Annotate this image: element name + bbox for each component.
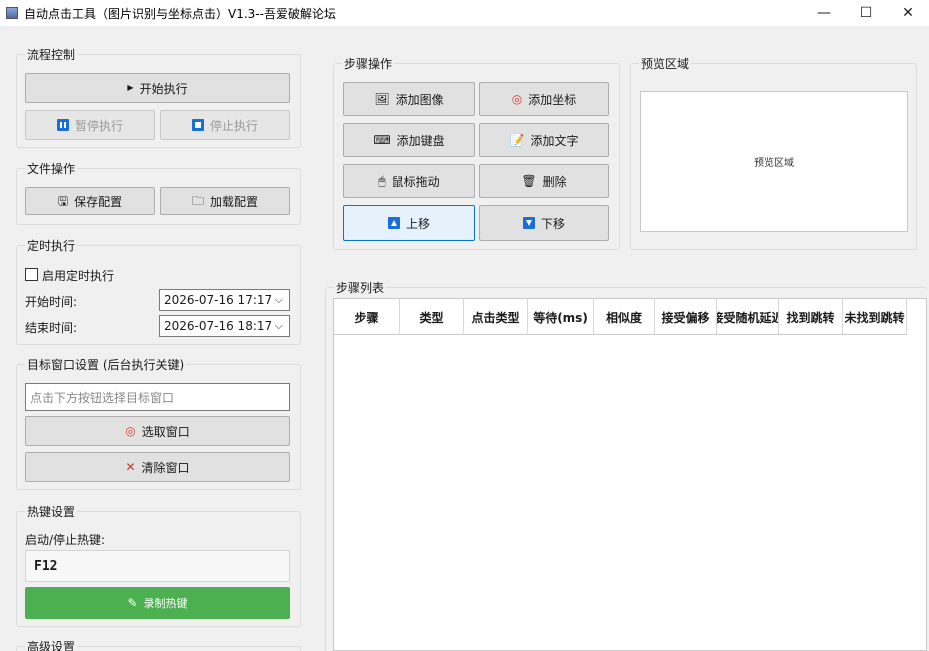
preview-text: 预览区域 [754, 158, 794, 169]
pen-icon: ✎ [127, 596, 138, 610]
start-time-label: 开始时间: [25, 295, 78, 309]
start-time-picker[interactable]: 2026-07-16 17:17 ⌵ [159, 289, 290, 311]
column-header[interactable]: 等待(ms) [528, 299, 594, 335]
table-header: 步骤 类型 点击类型 等待(ms) 相似度 接受偏移 接受随机延迟 找到跳转 未… [334, 299, 907, 335]
stop-button[interactable]: 停止执行 [160, 110, 290, 140]
add-keyboard-label: 添加键盘 [396, 133, 445, 148]
add-image-button[interactable]: 🖼 添加图像 [343, 82, 475, 116]
arrow-down-icon [522, 217, 535, 229]
enable-timer-checkbox[interactable] [25, 268, 38, 281]
column-header[interactable]: 未找到跳转 [843, 299, 907, 335]
stop-label: 停止执行 [209, 118, 258, 133]
advanced-title: 高级设置 [25, 638, 78, 651]
hotkey-title: 热键设置 [25, 503, 78, 520]
preview-area: 预览区域 [640, 91, 908, 232]
record-hotkey-label: 录制热键 [143, 597, 188, 610]
clear-window-button[interactable]: ✕ 清除窗口 [25, 452, 290, 482]
add-keyboard-button[interactable]: ⌨ 添加键盘 [343, 123, 475, 157]
chevron-down-icon: ⌵ [274, 293, 283, 306]
maximize-button[interactable]: ☐ [845, 0, 887, 26]
hotkey-value: F12 [34, 558, 58, 574]
cross-icon: ✕ [125, 460, 136, 474]
pause-icon [56, 119, 69, 131]
title-bar: 自动点击工具（图片识别与坐标点击）V1.3--吾爱破解论坛 — ☐ ✕ [0, 0, 929, 26]
image-icon: 🖼 [374, 92, 390, 106]
step-list-title: 步骤列表 [334, 279, 387, 296]
column-header[interactable]: 接受偏移 [655, 299, 717, 335]
pause-label: 暂停执行 [74, 118, 123, 133]
pause-button[interactable]: 暂停执行 [25, 110, 155, 140]
move-up-label: 上移 [405, 216, 430, 231]
target-icon: ◎ [511, 92, 523, 106]
keyboard-icon: ⌨ [373, 133, 391, 147]
start-button[interactable]: ▶ 开始执行 [25, 73, 290, 103]
select-window-label: 选取窗口 [141, 424, 190, 439]
add-text-button[interactable]: 📝 添加文字 [479, 123, 609, 157]
record-hotkey-button[interactable]: ✎ 录制热键 [25, 587, 290, 619]
arrow-up-icon [387, 217, 400, 229]
hotkey-label: 启动/停止热键: [25, 533, 106, 547]
column-header[interactable]: 类型 [400, 299, 464, 335]
delete-button[interactable]: 🗑 删除 [479, 164, 609, 198]
target-window-title: 目标窗口设置 (后台执行关键) [25, 356, 187, 373]
stop-icon [191, 119, 204, 131]
play-icon: ▶ [127, 83, 134, 92]
close-button[interactable]: ✕ [887, 0, 929, 26]
timer-title: 定时执行 [25, 237, 78, 254]
window-title: 自动点击工具（图片识别与坐标点击）V1.3--吾爱破解论坛 [24, 6, 336, 21]
move-down-label: 下移 [540, 216, 565, 231]
end-time-value: 2026-07-16 18:17 [164, 319, 273, 333]
flow-control-title: 流程控制 [25, 46, 78, 63]
save-config-label: 保存配置 [74, 194, 123, 209]
column-header[interactable]: 相似度 [594, 299, 655, 335]
target-window-input[interactable]: 点击下方按钮选择目标窗口 [25, 383, 290, 411]
move-up-button[interactable]: 上移 [343, 205, 475, 241]
column-header[interactable]: 步骤 [334, 299, 400, 335]
end-time-picker[interactable]: 2026-07-16 18:17 ⌵ [159, 315, 290, 337]
hotkey-value-box[interactable]: F12 [25, 550, 290, 582]
chevron-down-icon: ⌵ [274, 319, 283, 332]
window-controls: — ☐ ✕ [803, 0, 929, 26]
start-time-value: 2026-07-16 17:17 [164, 293, 273, 307]
mouse-drag-button[interactable]: 🖱 鼠标拖动 [343, 164, 475, 198]
load-config-label: 加载配置 [210, 194, 259, 209]
mouse-drag-label: 鼠标拖动 [391, 174, 440, 189]
end-time-label: 结束时间: [25, 321, 78, 335]
enable-timer-label: 启用定时执行 [42, 269, 115, 283]
step-ops-title: 步骤操作 [342, 55, 395, 72]
preview-title: 预览区域 [639, 55, 692, 72]
add-text-label: 添加文字 [530, 133, 579, 148]
target-icon: ◎ [125, 424, 136, 438]
move-down-button[interactable]: 下移 [479, 205, 609, 241]
add-image-label: 添加图像 [395, 92, 444, 107]
column-header[interactable]: 接受随机延迟 [717, 299, 779, 335]
delete-label: 删除 [542, 174, 567, 189]
load-config-button[interactable]: 🗀 加载配置 [160, 187, 290, 215]
add-coord-button[interactable]: ◎ 添加坐标 [479, 82, 609, 116]
save-config-button[interactable]: 🖫 保存配置 [25, 187, 155, 215]
add-coord-label: 添加坐标 [528, 92, 577, 107]
column-header[interactable]: 找到跳转 [779, 299, 843, 335]
folder-icon: 🗀 [191, 194, 204, 208]
note-icon: 📝 [509, 133, 525, 147]
column-header[interactable]: 点击类型 [464, 299, 528, 335]
mouse-icon: 🖱 [378, 174, 386, 188]
step-table[interactable]: 步骤 类型 点击类型 等待(ms) 相似度 接受偏移 接受随机延迟 找到跳转 未… [333, 298, 927, 651]
target-window-placeholder: 点击下方按钮选择目标窗口 [30, 390, 175, 405]
clear-window-label: 清除窗口 [141, 460, 190, 475]
file-ops-title: 文件操作 [25, 160, 78, 177]
floppy-icon: 🖫 [57, 194, 69, 208]
minimize-button[interactable]: — [803, 0, 845, 26]
advanced-group: 高级设置 [16, 638, 301, 651]
start-label: 开始执行 [139, 81, 188, 96]
app-icon [6, 7, 18, 19]
trash-icon: 🗑 [521, 174, 537, 188]
select-window-button[interactable]: ◎ 选取窗口 [25, 416, 290, 446]
